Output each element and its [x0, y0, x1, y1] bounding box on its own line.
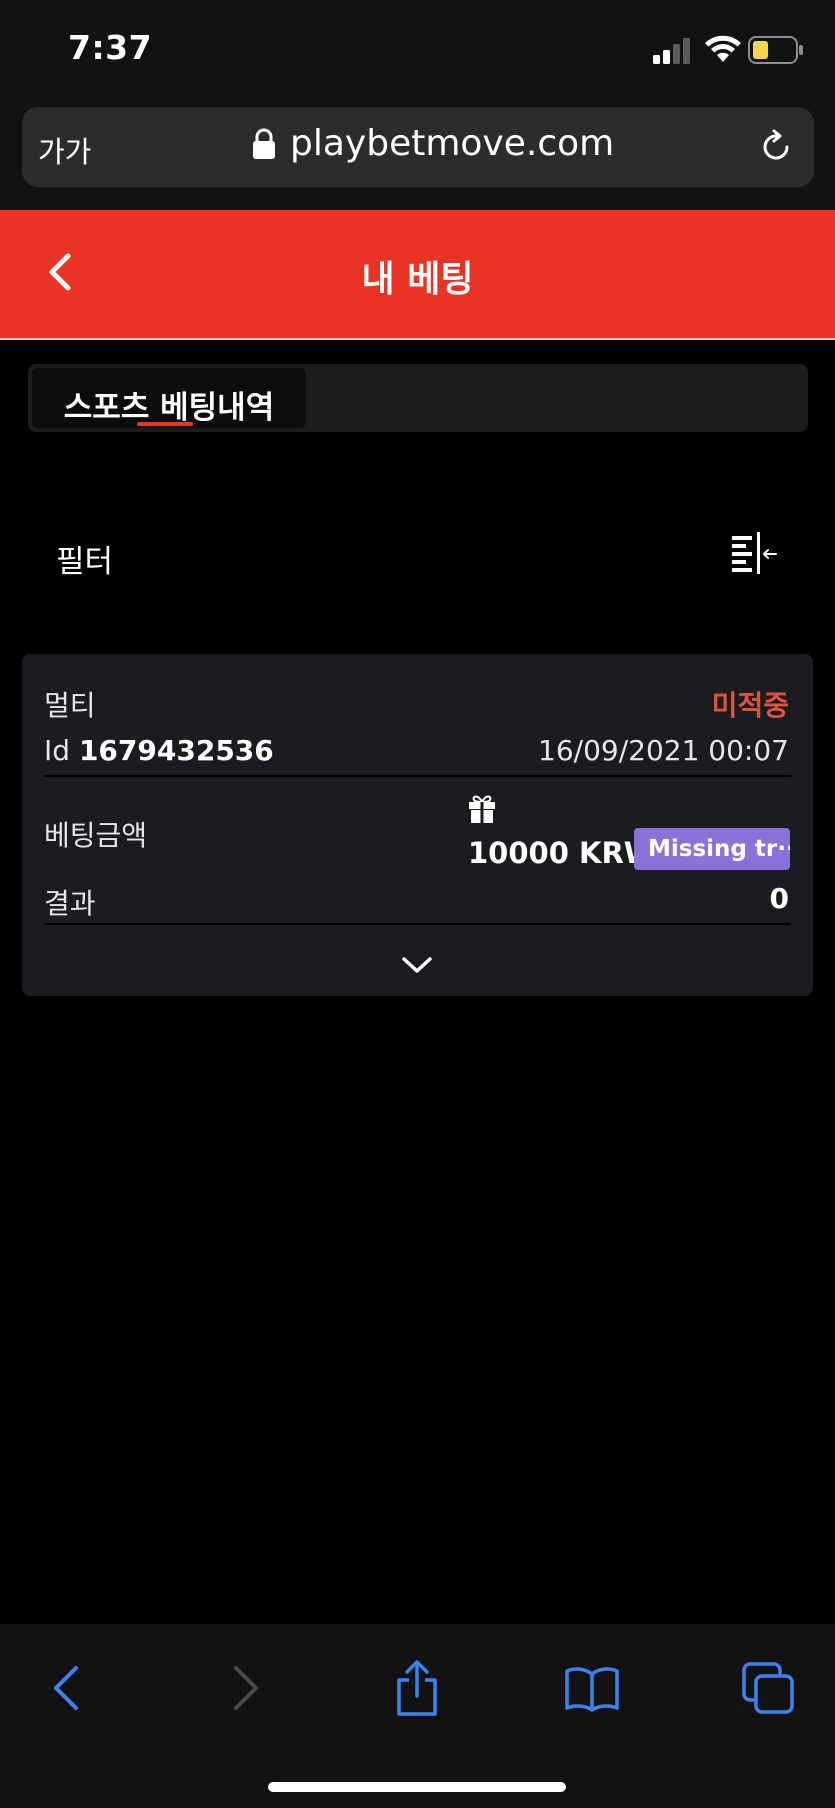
page-header: 내 베팅 [0, 210, 835, 340]
filter-icon[interactable] [730, 532, 780, 574]
text-size-button[interactable]: 가가 [38, 129, 91, 171]
bet-id-label: Id [44, 734, 71, 767]
result-label: 결과 [44, 887, 96, 920]
tab-label: 스포츠 베팅내역 [63, 390, 275, 426]
lock-icon [253, 128, 275, 159]
active-tab-indicator [137, 422, 193, 426]
share-icon[interactable] [389, 1660, 445, 1716]
bet-type: 멀티 [44, 689, 96, 722]
divider [44, 923, 791, 925]
filter-label[interactable]: 필터 [56, 536, 113, 581]
browser-toolbar [0, 1624, 835, 1808]
url-text[interactable]: playbetmove.com [290, 123, 614, 164]
status-time: 7:37 [68, 28, 153, 67]
stake-amount: 10000 KRW [468, 836, 656, 870]
browser-back-icon[interactable] [40, 1660, 96, 1716]
bet-id-value: 1679432536 [78, 734, 274, 767]
gift-icon [469, 795, 495, 823]
bonus-badge: Missing tr··· [634, 828, 790, 870]
browser-forward-icon[interactable] [216, 1660, 272, 1716]
wifi-icon [705, 35, 741, 62]
cellular-signal-icon [653, 38, 690, 64]
status-bar: 7:37 [0, 0, 835, 96]
address-bar[interactable]: 가가 playbetmove.com [22, 107, 814, 187]
bet-card: 멀티 미적중 Id 1679432536 16/09/2021 00:07 베팅… [22, 654, 813, 996]
home-indicator[interactable] [268, 1782, 566, 1792]
tab-sports-bet-history[interactable]: 스포츠 베팅내역 [32, 368, 306, 428]
stake-label: 베팅금액 [44, 819, 148, 852]
bet-id: Id 1679432536 [44, 734, 274, 767]
reload-icon[interactable] [756, 127, 796, 167]
tab-bar: 스포츠 베팅내역 [28, 364, 808, 432]
page-title: 내 베팅 [361, 259, 474, 300]
bet-date: 16/09/2021 00:07 [538, 734, 789, 767]
tabs-icon[interactable] [740, 1660, 796, 1716]
browser-chrome: 가가 playbetmove.com [0, 96, 835, 210]
result-value: 0 [769, 882, 789, 915]
divider [44, 775, 791, 777]
bookmarks-icon[interactable] [564, 1660, 620, 1716]
battery-icon [748, 36, 803, 64]
chevron-down-icon[interactable] [400, 954, 434, 976]
bet-status-badge: 미적중 [711, 689, 789, 722]
